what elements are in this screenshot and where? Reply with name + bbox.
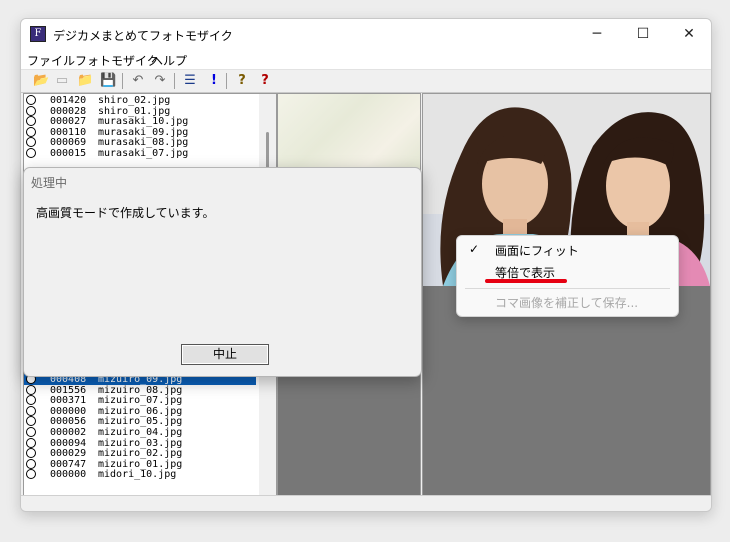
file-name: mizuiro_07.jpg bbox=[98, 395, 183, 407]
table-row[interactable]: 000015 murasaki_07.jpg bbox=[24, 148, 256, 159]
file-name: murasaki_09.jpg bbox=[98, 126, 189, 138]
file-number: 000000 bbox=[50, 469, 87, 481]
title-bar-main[interactable]: F デジカメまとめてフォトモザイク ─ ☐ ✕ bbox=[21, 19, 711, 49]
help-red-icon[interactable]: ? bbox=[257, 73, 273, 89]
menu-photomosaic[interactable]: フォトモザイク bbox=[75, 52, 159, 69]
app-logo-icon: F bbox=[30, 26, 46, 42]
radio-icon[interactable] bbox=[26, 116, 36, 127]
file-number: 000371 bbox=[50, 395, 87, 407]
radio-icon[interactable] bbox=[26, 126, 36, 137]
file-number: 000015 bbox=[50, 148, 87, 159]
menu-file[interactable]: ファイル bbox=[27, 52, 75, 69]
maximize-icon[interactable]: ☐ bbox=[620, 19, 666, 49]
table-row[interactable]: 000002 mizuiro_04.jpg bbox=[24, 427, 256, 438]
table-row[interactable]: 000056 mizuiro_05.jpg bbox=[24, 416, 256, 427]
minimize-icon[interactable]: ─ bbox=[574, 19, 620, 49]
table-row[interactable]: 000000 midori_10.jpg bbox=[24, 469, 256, 480]
file-number: 000056 bbox=[50, 416, 87, 428]
save-icon[interactable]: 💾 bbox=[100, 73, 116, 89]
radio-icon[interactable] bbox=[26, 148, 36, 158]
disabled-folder-icon: ▭ bbox=[55, 73, 69, 88]
processing-dialog: 処理中 高画質モードで作成しています。 中止 bbox=[23, 167, 422, 377]
radio-icon[interactable] bbox=[26, 95, 36, 105]
file-name: mizuiro_03.jpg bbox=[98, 437, 183, 449]
table-row[interactable]: 000747 mizuiro_01.jpg bbox=[24, 458, 256, 470]
radio-icon[interactable] bbox=[26, 458, 36, 469]
list-icon[interactable]: ☰ bbox=[182, 73, 198, 89]
table-row[interactable]: 000027 murasaki_10.jpg bbox=[24, 116, 256, 127]
file-name: murasaki_07.jpg bbox=[98, 148, 189, 159]
radio-icon[interactable] bbox=[26, 469, 36, 480]
context-menu: ✓ 画面にフィット 等倍で表示 コマ画像を補正して保存... bbox=[456, 235, 679, 317]
menu-item-fit-to-screen[interactable]: 画面にフィット bbox=[495, 242, 579, 259]
dialog-title: 処理中 bbox=[31, 176, 68, 190]
table-row[interactable]: 001420 shiro_02.jpg bbox=[24, 95, 256, 106]
radio-icon[interactable] bbox=[26, 416, 36, 427]
undo-icon[interactable]: ↶ bbox=[130, 73, 146, 89]
file-name: shiro_02.jpg bbox=[98, 95, 171, 106]
radio-icon[interactable] bbox=[26, 405, 36, 416]
table-row[interactable]: 000069 murasaki_08.jpg bbox=[24, 137, 256, 148]
file-number: 000000 bbox=[50, 405, 87, 417]
window-title-text: デジカメまとめてフォトモザイク bbox=[53, 29, 233, 43]
radio-icon[interactable] bbox=[26, 137, 36, 148]
toolbar-separator bbox=[122, 73, 123, 89]
file-number: 000028 bbox=[50, 105, 87, 117]
file-name: shiro_01.jpg bbox=[98, 105, 171, 117]
exclamation-icon[interactable]: ! bbox=[206, 73, 222, 89]
menu-item-correct-and-save: コマ画像を補正して保存... bbox=[495, 296, 639, 310]
file-number: 000747 bbox=[50, 458, 87, 470]
check-icon: ✓ bbox=[469, 242, 480, 256]
status-bar bbox=[21, 495, 711, 511]
file-number: 001420 bbox=[50, 95, 87, 106]
file-number: 000094 bbox=[50, 437, 87, 449]
menu-help[interactable]: ヘルプ bbox=[151, 52, 187, 69]
file-name: mizuiro_04.jpg bbox=[98, 427, 183, 438]
file-name: mizuiro_01.jpg bbox=[98, 458, 183, 470]
file-number: 001556 bbox=[50, 384, 87, 396]
table-row[interactable]: 000028 shiro_01.jpg bbox=[24, 105, 256, 117]
table-row[interactable]: 001556 mizuiro_08.jpg bbox=[24, 384, 256, 396]
table-row[interactable]: 000029 mizuiro_02.jpg bbox=[24, 448, 256, 459]
file-name: murasaki_10.jpg bbox=[98, 116, 189, 128]
highlight-underline bbox=[485, 279, 567, 283]
redo-icon[interactable]: ↷ bbox=[152, 73, 168, 89]
file-name: mizuiro_02.jpg bbox=[98, 448, 183, 460]
file-name: mizuiro_06.jpg bbox=[98, 405, 183, 417]
toolbar-separator bbox=[174, 73, 175, 89]
close-icon[interactable]: ✕ bbox=[666, 19, 711, 49]
help-icon[interactable]: ? bbox=[234, 73, 250, 89]
file-number: 000069 bbox=[50, 137, 87, 149]
file-name: murasaki_08.jpg bbox=[98, 137, 189, 149]
radio-icon[interactable] bbox=[26, 437, 36, 448]
file-name: mizuiro_05.jpg bbox=[98, 416, 183, 428]
table-row[interactable]: 000110 murasaki_09.jpg bbox=[24, 126, 256, 138]
file-name: midori_10.jpg bbox=[98, 469, 177, 481]
file-number: 000110 bbox=[50, 126, 87, 138]
table-row[interactable]: 000371 mizuiro_07.jpg bbox=[24, 395, 256, 406]
toolbar: 📂 ▭ 📁 💾 ↶ ↷ ☰ ! ? ? bbox=[21, 70, 711, 93]
file-number: 000027 bbox=[50, 116, 87, 128]
radio-icon[interactable] bbox=[26, 105, 36, 116]
radio-icon[interactable] bbox=[26, 427, 36, 437]
file-name: mizuiro_08.jpg bbox=[98, 384, 183, 396]
open-folder-icon[interactable]: 📂 bbox=[33, 73, 49, 89]
table-row[interactable]: 000000 mizuiro_06.jpg bbox=[24, 405, 256, 417]
toolbar-separator bbox=[226, 73, 227, 89]
folder-icon[interactable]: 📁 bbox=[77, 73, 93, 89]
radio-icon[interactable] bbox=[26, 448, 36, 459]
file-number: 000029 bbox=[50, 448, 87, 460]
radio-icon[interactable] bbox=[26, 384, 36, 395]
cancel-button[interactable]: 中止 bbox=[181, 344, 269, 365]
menu-bar: ファイル フォトモザイク ヘルプ bbox=[21, 49, 711, 70]
dialog-message: 高画質モードで作成しています。 bbox=[36, 206, 215, 220]
radio-icon[interactable] bbox=[26, 395, 36, 406]
table-row[interactable]: 000094 mizuiro_03.jpg bbox=[24, 437, 256, 449]
file-number: 000002 bbox=[50, 427, 87, 438]
menu-separator bbox=[465, 288, 670, 289]
